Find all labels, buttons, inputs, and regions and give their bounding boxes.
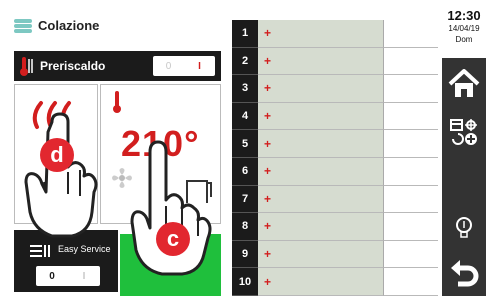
table-row[interactable]: 9 + (232, 240, 438, 269)
row-number: 3 (232, 75, 258, 103)
row-value-cell[interactable] (384, 185, 438, 214)
row-add-cell[interactable]: + (258, 213, 384, 241)
thermometer-icon (14, 51, 40, 81)
table-row[interactable]: 3 + (232, 75, 438, 103)
toggle-off-label: 0 (165, 60, 172, 72)
row-value-cell[interactable] (384, 213, 438, 241)
row-value-cell[interactable] (384, 268, 438, 296)
row-value-cell[interactable] (384, 20, 438, 48)
row-number: 1 (232, 20, 258, 48)
back-button[interactable] (442, 252, 486, 292)
toggle-on-label: I (198, 60, 201, 72)
light-button[interactable] (442, 212, 486, 244)
home-button[interactable] (442, 62, 486, 106)
lightbulb-icon (456, 217, 472, 238)
row-add-cell[interactable]: + (258, 75, 384, 103)
clock: 12:30 14/04/19 Dom (442, 8, 486, 44)
table-row[interactable]: 6 + (232, 158, 438, 186)
row-value-cell[interactable] (384, 240, 438, 269)
toggle-on-label: I (82, 270, 86, 282)
row-value-cell[interactable] (384, 158, 438, 186)
gesture-badge-c: c (156, 222, 190, 256)
clock-date: 14/04/19 (448, 24, 480, 33)
preheat-row: Preriscaldo 0 I (14, 51, 221, 81)
row-number: 9 (232, 240, 258, 269)
row-add-cell[interactable]: + (258, 102, 384, 131)
preheat-toggle[interactable]: 0 I (153, 56, 215, 76)
row-add-cell[interactable]: + (258, 240, 384, 269)
settings-schedule-icon (450, 119, 477, 145)
row-add-cell[interactable]: + (258, 20, 384, 48)
program-title: Colazione (38, 18, 100, 33)
row-number: 7 (232, 185, 258, 214)
table-row[interactable]: 10 + (232, 268, 438, 296)
program-header: Colazione (14, 18, 99, 33)
finger-c-hand-icon (130, 140, 212, 276)
row-number: 2 (232, 47, 258, 76)
settings-button[interactable] (442, 112, 486, 152)
row-number: 6 (232, 158, 258, 186)
table-row[interactable]: 5 + (232, 130, 438, 158)
row-add-cell[interactable]: + (258, 185, 384, 214)
finger-d-hand-icon (24, 112, 98, 238)
steps-table: 1 + 2 + 3 + 4 + 5 + 6 + 7 + 8 + 9 + 10 + (232, 20, 438, 296)
table-row[interactable]: 4 + (232, 102, 438, 131)
preheat-label: Preriscaldo (40, 59, 106, 73)
row-number: 8 (232, 213, 258, 241)
gesture-badge-d: d (40, 138, 74, 172)
right-sidebar: 12:30 14/04/19 Dom (442, 0, 486, 296)
back-icon (451, 260, 479, 287)
thermometer-small-icon (113, 91, 121, 113)
row-add-cell[interactable]: + (258, 158, 384, 186)
row-number: 5 (232, 130, 258, 158)
clock-day: Dom (455, 35, 473, 44)
table-row[interactable]: 1 + (232, 20, 438, 48)
easy-service-icon (30, 245, 50, 257)
row-add-cell[interactable]: + (258, 130, 384, 158)
row-value-cell[interactable] (384, 130, 438, 158)
row-add-cell[interactable]: + (258, 47, 384, 76)
clock-time: 12:30 (447, 8, 481, 23)
row-value-cell[interactable] (384, 102, 438, 131)
table-row[interactable]: 2 + (232, 47, 438, 76)
easy-service-label: Easy Service (58, 244, 111, 254)
row-value-cell[interactable] (384, 47, 438, 76)
toggle-off-label: 0 (49, 270, 55, 282)
home-icon (448, 69, 480, 97)
row-number: 4 (232, 102, 258, 131)
row-add-cell[interactable]: + (258, 268, 384, 296)
row-number: 10 (232, 268, 258, 296)
table-row[interactable]: 7 + (232, 185, 438, 214)
layers-icon (14, 18, 32, 33)
table-row[interactable]: 8 + (232, 213, 438, 241)
row-value-cell[interactable] (384, 75, 438, 103)
easy-service-toggle[interactable]: 0 I (36, 266, 100, 286)
